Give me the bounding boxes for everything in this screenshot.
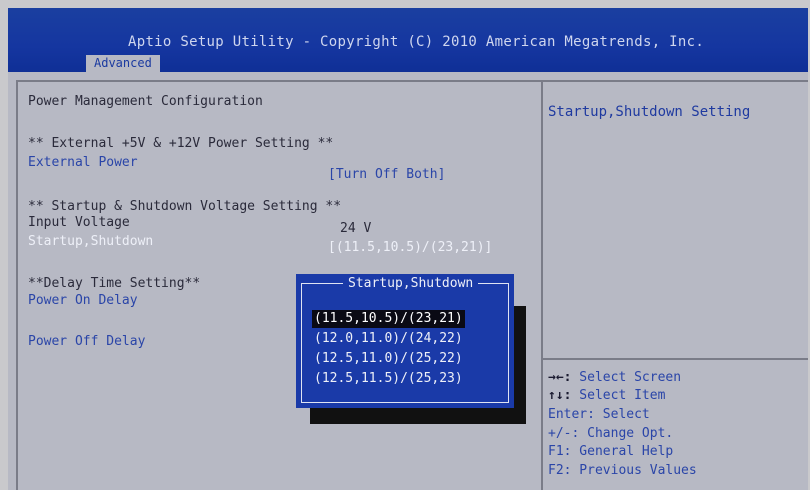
popup-title: Startup,Shutdown	[343, 275, 479, 292]
external-power-label[interactable]: External Power	[28, 155, 138, 170]
key-row: Enter: Select	[548, 407, 650, 422]
tab-advanced[interactable]: Advanced	[86, 55, 160, 72]
popup-option[interactable]: (11.5,10.5)/(23,21)	[312, 310, 465, 328]
power-off-delay-label[interactable]: Power Off Delay	[28, 334, 145, 349]
key-row: →←: Select Screen	[548, 370, 682, 385]
key-row: F2: Previous Values	[548, 463, 697, 478]
key-row: ↑↓: Select Item	[548, 388, 666, 403]
power-on-delay-label[interactable]: Power On Delay	[28, 293, 138, 308]
arrows-ud-icon: ↑↓:	[548, 388, 572, 403]
popup-option[interactable]: (12.5,11.0)/(25,22)	[314, 350, 463, 368]
key-row: +/-: Change Opt.	[548, 426, 674, 441]
popup-option[interactable]: (12.5,11.5)/(25,23)	[314, 370, 463, 388]
external-power-value[interactable]: [Turn Off Both]	[328, 167, 445, 182]
startup-shutdown-popup: (11.5,10.5)/(23,21) (12.0,11.0)/(24,22) …	[296, 274, 514, 408]
bios-screen: Aptio Setup Utility - Copyright (C) 2010…	[8, 8, 808, 490]
key-row: F1: General Help	[548, 444, 674, 459]
popup-option[interactable]: (12.0,11.0)/(24,22)	[314, 330, 463, 348]
startup-shutdown-value[interactable]: [(11.5,10.5)/(23,21)]	[328, 240, 492, 255]
section-voltage: ** Startup & Shutdown Voltage Setting **	[28, 199, 342, 214]
section-external-power: ** External +5V & +12V Power Setting **	[28, 136, 334, 151]
help-description: Startup,Shutdown Setting	[548, 104, 751, 120]
section-delay: **Delay Time Setting**	[28, 276, 201, 291]
input-voltage-value: 24 V	[340, 221, 372, 236]
page-title: Power Management Configuration	[28, 94, 263, 109]
help-divider	[541, 358, 808, 360]
startup-shutdown-label[interactable]: Startup,Shutdown	[28, 234, 153, 249]
input-voltage-label: Input Voltage	[28, 215, 130, 230]
utility-title: Aptio Setup Utility - Copyright (C) 2010…	[128, 34, 705, 50]
arrows-lr-icon: →←:	[548, 370, 572, 385]
bios-header: Aptio Setup Utility - Copyright (C) 2010…	[8, 8, 808, 72]
popup-frame: (11.5,10.5)/(23,21) (12.0,11.0)/(24,22) …	[301, 283, 509, 403]
